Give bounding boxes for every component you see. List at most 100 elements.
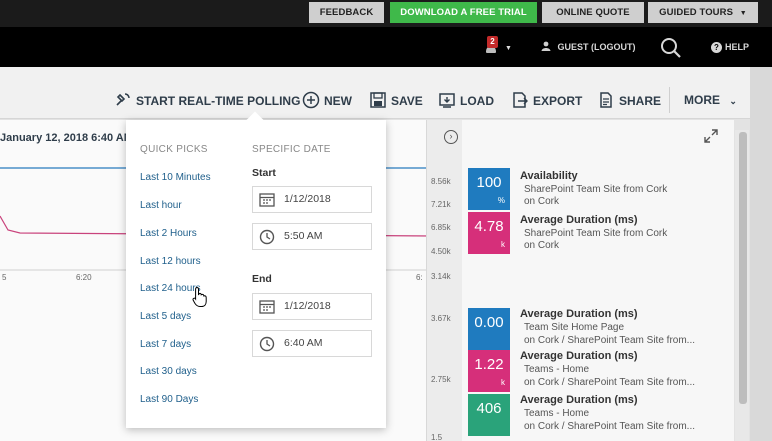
metric-value-tile: 406: [468, 394, 510, 436]
top-promo-bar: FEEDBACK DOWNLOAD A FREE TRIAL ONLINE QU…: [0, 0, 772, 27]
quick-pick-item[interactable]: Last hour: [140, 200, 182, 211]
metric-card[interactable]: 100% Availability SharePoint Team Site f…: [462, 168, 722, 212]
more-button[interactable]: MORE ⌄: [684, 91, 737, 109]
metric-value: 406: [476, 400, 502, 417]
help-button[interactable]: ? HELP: [711, 35, 749, 59]
metric-title: Average Duration (ms): [520, 308, 638, 320]
quick-pick-item[interactable]: Last 12 hours: [140, 256, 201, 267]
metric-subtitle: SharePoint Team Site from Cork: [524, 184, 668, 195]
metric-unit: %: [497, 196, 505, 205]
metric-value-tile: 0.00: [468, 308, 510, 350]
metric-value: 4.78: [474, 218, 504, 235]
quick-pick-item[interactable]: Last 5 days: [140, 311, 191, 322]
y-tick-label: 1.5: [431, 433, 443, 441]
metric-card[interactable]: 4.78 k Average Duration (ms) SharePoint T…: [462, 212, 722, 256]
toolbar: START REAL-TIME POLLING NEW SAVE LOAD EX…: [0, 67, 772, 119]
quick-pick-item[interactable]: Last 90 Days: [140, 394, 198, 405]
y-tick-label: 4.50k: [431, 247, 451, 256]
expand-icon[interactable]: [703, 128, 719, 144]
metric-subtitle: SharePoint Team Site from Cork: [524, 228, 668, 239]
next-arrow-icon[interactable]: ›: [444, 130, 458, 144]
end-time-field[interactable]: 6:40 AM: [252, 330, 372, 357]
quick-pick-item[interactable]: Last 2 Hours: [140, 228, 197, 239]
scrollbar-thumb[interactable]: [739, 132, 747, 404]
end-date-field[interactable]: 1/12/2018: [252, 293, 372, 320]
metric-location: on Cork / SharePoint Team Site from...: [524, 335, 696, 346]
main-nav-bar: 2 ▼ GUEST (LOGOUT) ? HELP: [0, 27, 772, 67]
metric-location: on Cork: [524, 196, 560, 207]
x-tick-label: 5: [2, 273, 7, 282]
start-date-field[interactable]: 1/12/2018: [252, 186, 372, 213]
guided-tours-button[interactable]: GUIDED TOURS ▼: [648, 2, 758, 23]
metric-value-tile: 1.22 k: [468, 350, 510, 392]
start-polling-label: START REAL-TIME POLLING: [136, 94, 301, 108]
y-tick-label: 3.67k: [431, 314, 451, 323]
end-date-value: 1/12/2018: [284, 300, 331, 312]
download-trial-button[interactable]: DOWNLOAD A FREE TRIAL: [390, 2, 537, 23]
alert-count-badge: 2: [487, 36, 498, 48]
metric-subtitle: Teams - Home: [524, 364, 590, 375]
start-time-field[interactable]: 5:50 AM: [252, 223, 372, 250]
guided-tours-label: GUIDED TOURS: [659, 7, 734, 18]
feedback-button[interactable]: FEEDBACK: [309, 2, 384, 23]
plus-circle-icon: [302, 91, 320, 109]
end-time-value: 6:40 AM: [284, 337, 323, 349]
export-icon: [513, 92, 528, 108]
metric-unit: k: [501, 240, 505, 249]
metric-value: 0.00: [474, 314, 504, 331]
clock-icon: [259, 229, 275, 245]
toolbar-divider: [669, 87, 670, 113]
metric-title: Availability: [520, 170, 578, 182]
guest-label: GUEST (LOGOUT): [557, 42, 636, 52]
more-label: MORE: [684, 93, 720, 107]
start-date-value: 1/12/2018: [284, 193, 331, 205]
y-tick-label: 3.14k: [431, 272, 451, 281]
date-range-popup: QUICK PICKS SPECIFIC DATE Last 10 Minute…: [126, 111, 386, 428]
y-tick-label: 6.85k: [431, 223, 451, 232]
metric-title: Average Duration (ms): [520, 350, 638, 362]
y-tick-label: 7.21k: [431, 200, 451, 209]
chevron-down-icon: ▼: [739, 10, 747, 17]
metric-value-tile: 4.78 k: [468, 212, 510, 254]
metric-location: on Cork / SharePoint Team Site from...: [524, 421, 696, 432]
chevron-down-icon: ⌄: [729, 96, 737, 106]
metric-location: on Cork: [524, 240, 560, 251]
metric-value-tile: 100%: [468, 168, 510, 210]
window-edge: [750, 67, 772, 441]
metric-value: 100: [476, 174, 502, 191]
quick-picks-heading: QUICK PICKS: [140, 144, 208, 155]
metric-title: Average Duration (ms): [520, 214, 638, 226]
quick-pick-item[interactable]: Last 10 Minutes: [140, 172, 211, 183]
metric-title: Average Duration (ms): [520, 394, 638, 406]
hand-cursor-icon: [192, 286, 207, 307]
save-button[interactable]: SAVE: [369, 91, 423, 109]
export-label: EXPORT: [533, 94, 583, 108]
share-label: SHARE: [619, 94, 662, 108]
clock-icon: [259, 336, 275, 352]
search-icon[interactable]: [660, 37, 682, 59]
metric-unit: k: [501, 378, 505, 387]
share-button[interactable]: SHARE: [597, 91, 661, 109]
end-label: End: [252, 273, 272, 285]
load-button[interactable]: LOAD: [438, 91, 494, 109]
metric-card[interactable]: 1.22 k Average Duration (ms) Teams - Home…: [462, 350, 722, 394]
specific-date-heading: SPECIFIC DATE: [252, 144, 331, 155]
export-button[interactable]: EXPORT: [511, 91, 582, 109]
quick-pick-item[interactable]: Last 7 days: [140, 339, 191, 350]
new-button[interactable]: NEW: [302, 91, 352, 109]
quick-pick-item[interactable]: Last 30 days: [140, 366, 197, 377]
start-label: Start: [252, 167, 276, 179]
x-tick-label: 6:: [416, 273, 423, 282]
load-label: LOAD: [460, 94, 494, 108]
metric-subtitle: Teams - Home: [524, 408, 590, 419]
y-tick-label: 8.56k: [431, 177, 451, 186]
metric-card[interactable]: 406 Average Duration (ms) Teams - Home o…: [462, 394, 722, 441]
start-time-value: 5:50 AM: [284, 230, 323, 242]
metric-card[interactable]: 0.00 Average Duration (ms) Team Site Hom…: [462, 308, 722, 352]
x-tick-label: 6:20: [76, 273, 92, 282]
calendar-icon: [259, 300, 275, 314]
guest-logout-link[interactable]: GUEST (LOGOUT): [541, 35, 636, 59]
online-quote-button[interactable]: ONLINE QUOTE: [542, 2, 644, 23]
alerts-button[interactable]: 2 ▼: [480, 35, 516, 59]
start-polling-button[interactable]: START REAL-TIME POLLING: [114, 91, 300, 109]
